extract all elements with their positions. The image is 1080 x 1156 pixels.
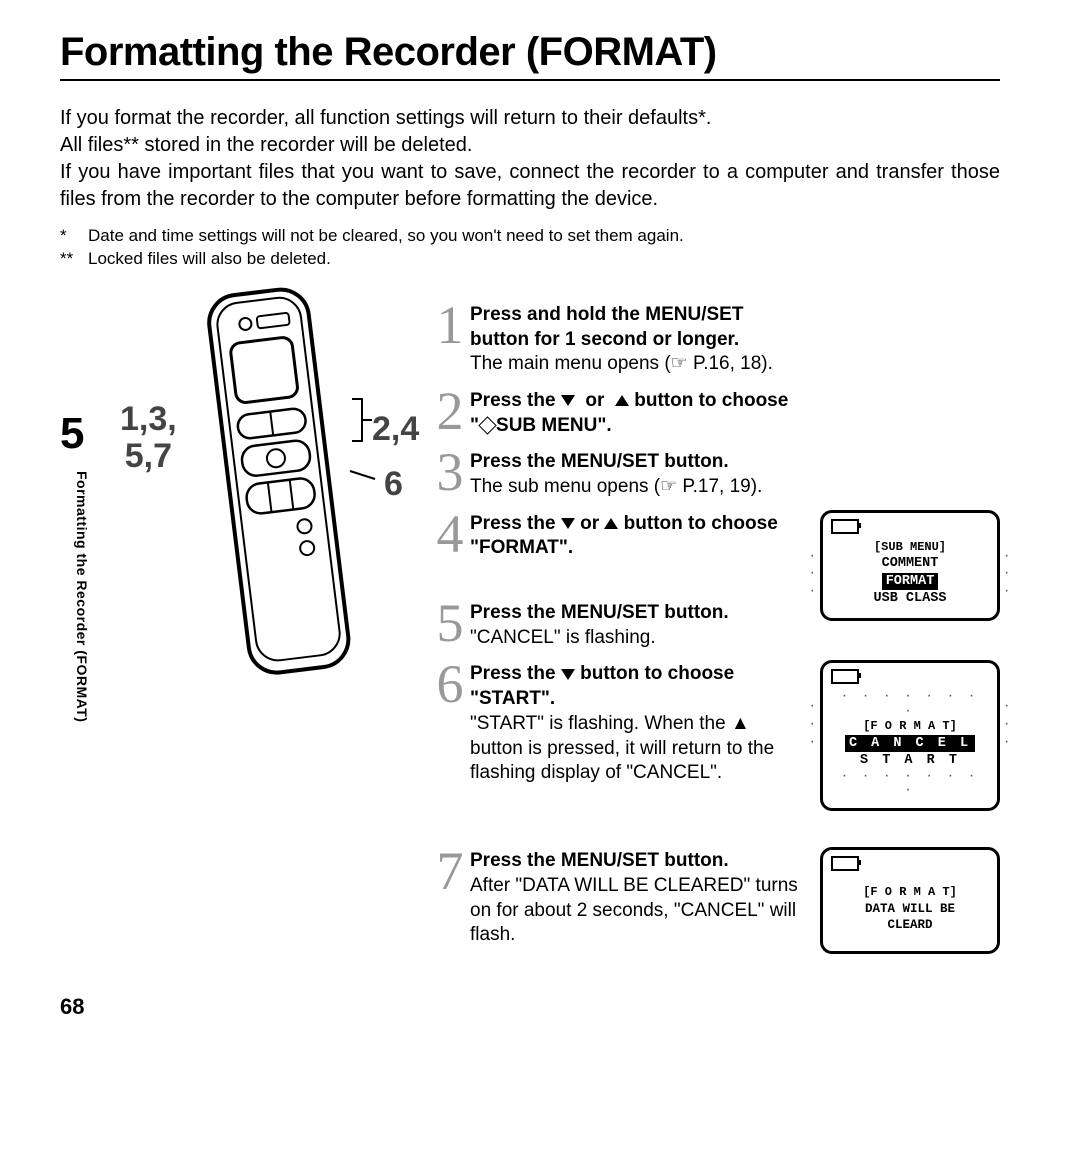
step-5: 5 Press the MENU/SET button. "CANCEL" is… — [430, 599, 802, 650]
step-number: 7 — [430, 847, 470, 948]
lcd-format-cancel: ··· ··· · · · · · · · · [F O R M A T] C … — [820, 660, 1000, 811]
step-number: 3 — [430, 448, 470, 499]
battery-icon — [831, 669, 859, 684]
device-illustration: 1,3,5,7 2,4 6 — [120, 301, 430, 961]
step-3: 3 Press the MENU/SET button. The sub men… — [430, 448, 802, 499]
lcd-data-cleared: [F O R M A T] DATA WILL BE CLEARD — [820, 847, 1000, 954]
intro-line: If you format the recorder, all function… — [60, 107, 711, 129]
title-rule — [60, 79, 1000, 81]
recorder-icon — [180, 281, 380, 701]
page-title: Formatting the Recorder (FORMAT) — [60, 30, 1000, 75]
footnote-mark: ** — [60, 248, 88, 271]
step-number: 4 — [430, 510, 470, 561]
footnotes: *Date and time settings will not be clea… — [60, 225, 1000, 271]
down-arrow-icon — [561, 395, 575, 406]
side-tab-label: Formatting the Recorder (FORMAT) — [74, 471, 90, 722]
step-2: 2 Press the or button to choose "SUB MEN… — [430, 387, 802, 438]
intro-line: All files** stored in the recorder will … — [60, 134, 472, 156]
footnote-text: Date and time settings will not be clear… — [88, 225, 684, 248]
step-number: 1 — [430, 301, 470, 377]
chapter-number: 5 — [60, 409, 84, 459]
step-number: 6 — [430, 660, 470, 785]
page-number: 68 — [60, 994, 1000, 1020]
up-arrow-icon — [604, 518, 618, 529]
battery-icon — [831, 519, 859, 534]
battery-icon — [831, 856, 859, 871]
callout-left: 1,3,5,7 — [120, 401, 177, 476]
footnote-mark: * — [60, 225, 88, 248]
step-4: 4 Press the or button to choose "FORMAT"… — [430, 510, 802, 561]
step-6: 6 Press the button to choose "START". "S… — [430, 660, 802, 785]
intro-text: If you format the recorder, all function… — [60, 105, 1000, 213]
down-arrow-icon — [561, 518, 575, 529]
steps-column: 1 Press and hold the MENU/SET button for… — [430, 301, 1000, 961]
intro-line: If you have important files that you wan… — [60, 161, 1000, 210]
down-arrow-icon — [561, 669, 575, 680]
callout-right-bottom: 6 — [384, 466, 403, 503]
diamond-icon — [478, 416, 496, 434]
step-number: 2 — [430, 387, 470, 438]
lcd-submenu: ··· ··· [SUB MENU] COMMENT FORMAT USB CL… — [820, 510, 1000, 621]
step-1: 1 Press and hold the MENU/SET button for… — [430, 301, 802, 377]
step-7: 7 Press the MENU/SET button. After "DATA… — [430, 847, 802, 948]
footnote-text: Locked files will also be deleted. — [88, 248, 331, 271]
up-arrow-icon — [615, 395, 629, 406]
step-number: 5 — [430, 599, 470, 650]
